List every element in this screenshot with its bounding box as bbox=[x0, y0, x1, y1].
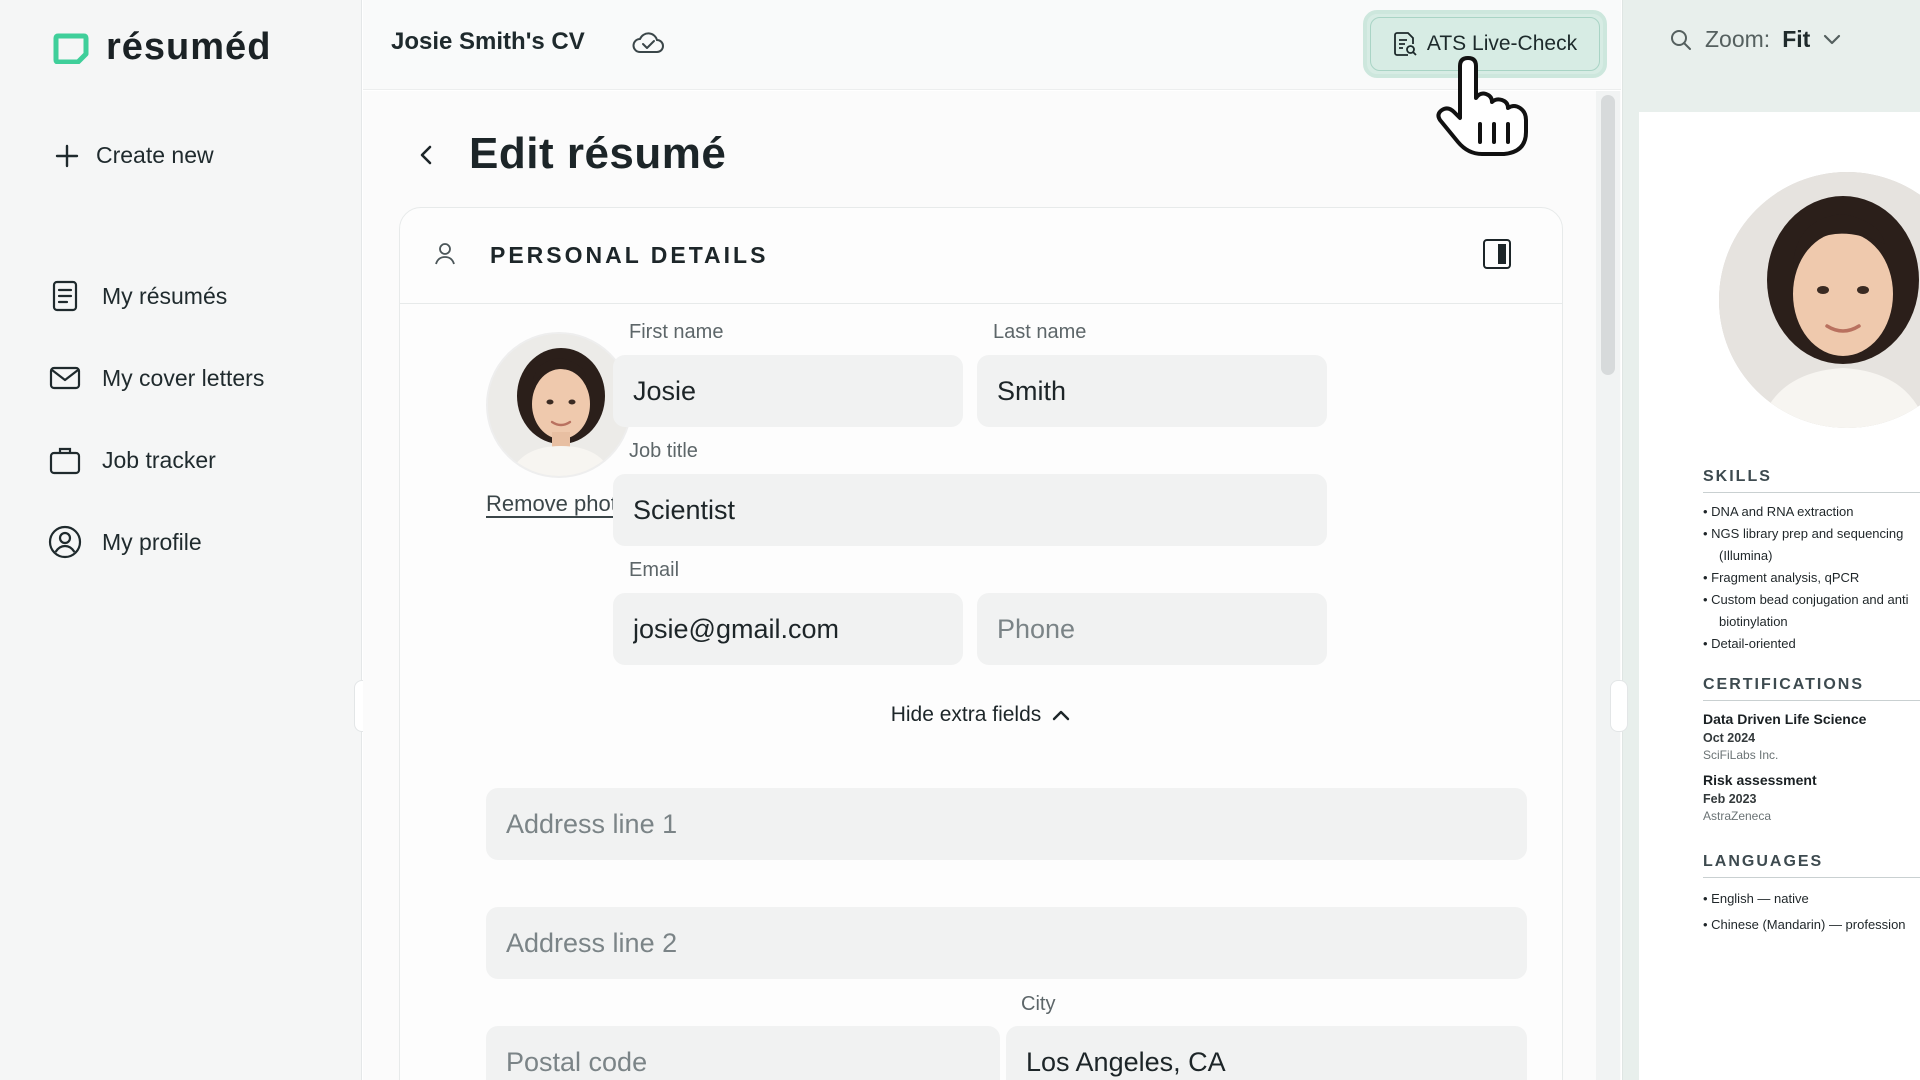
profile-photo-image bbox=[488, 334, 630, 476]
resume-skill-item: • Custom bead conjugation and anti bbox=[1703, 592, 1909, 607]
resume-certifications-heading: CERTIFICATIONS bbox=[1703, 676, 1920, 701]
first-name-label: First name bbox=[629, 321, 724, 343]
postal-code-input[interactable] bbox=[486, 1026, 1000, 1080]
resume-cert-org: AstraZeneca bbox=[1703, 809, 1772, 823]
resume-cert-title: Data Driven Life Science bbox=[1703, 711, 1867, 727]
resume-photo bbox=[1719, 172, 1920, 428]
resume-skills-heading: SKILLS bbox=[1703, 468, 1920, 493]
sidebar-item-label: My profile bbox=[102, 528, 202, 555]
briefcase-icon bbox=[48, 443, 82, 477]
editor-scrollbar-thumb[interactable] bbox=[1601, 95, 1615, 375]
last-name-input[interactable] bbox=[977, 355, 1327, 427]
resume-skill-item: • NGS library prep and sequencing bbox=[1703, 526, 1904, 541]
search-icon bbox=[1671, 29, 1691, 50]
section-header[interactable]: PERSONAL DETAILS bbox=[400, 208, 1562, 304]
job-title-label: Job title bbox=[629, 440, 698, 462]
section-title: PERSONAL DETAILS bbox=[490, 242, 769, 268]
logo-mark-icon bbox=[53, 33, 89, 64]
document-title[interactable]: Josie Smith's CV bbox=[391, 28, 585, 56]
remove-photo-link[interactable]: Remove photo bbox=[486, 491, 629, 517]
chevron-up-icon bbox=[1053, 710, 1070, 721]
chevron-down-icon bbox=[1824, 34, 1841, 44]
cloud-saved-icon bbox=[632, 32, 664, 53]
editor-header: Josie Smith's CV ATS Live-Check bbox=[363, 0, 1621, 90]
city-label: City bbox=[1021, 993, 1056, 1015]
sidebar-item-label: My résumés bbox=[102, 282, 228, 309]
layout-toggle-icon[interactable] bbox=[1482, 238, 1512, 270]
resume-languages-section: LANGUAGES • English — native • Chinese (… bbox=[1703, 853, 1920, 938]
job-title-input[interactable] bbox=[613, 474, 1327, 546]
zoom-label: Zoom: bbox=[1705, 26, 1771, 52]
resume-languages-heading: LANGUAGES bbox=[1703, 853, 1920, 878]
resume-preview-panel: Zoom: Fit SKILLS • DNA and RNA extraction… bbox=[1622, 0, 1920, 1080]
first-name-input[interactable] bbox=[613, 355, 963, 427]
sidebar-item-label: My cover letters bbox=[102, 364, 265, 391]
last-name-label: Last name bbox=[993, 321, 1087, 343]
sidebar-item-cover-letters[interactable]: My cover letters bbox=[48, 354, 264, 402]
profile-photo[interactable] bbox=[486, 332, 632, 478]
resume-cert-org: SciFiLabs Inc. bbox=[1703, 748, 1779, 762]
sidebar-item-job-tracker[interactable]: Job tracker bbox=[48, 436, 264, 484]
brand-name: résuméd bbox=[106, 26, 272, 68]
hide-extra-label: Hide extra fields bbox=[890, 703, 1042, 726]
preview-resize-handle[interactable] bbox=[1610, 680, 1628, 732]
sidebar-item-my-resumes[interactable]: My résumés bbox=[48, 272, 264, 320]
email-label: Email bbox=[629, 559, 680, 581]
page-title: Edit résumé bbox=[469, 129, 727, 178]
phone-input[interactable] bbox=[977, 593, 1327, 665]
resume-page[interactable]: SKILLS • DNA and RNA extraction • NGS li… bbox=[1639, 112, 1920, 1080]
resume-language-item: • English — native bbox=[1703, 891, 1809, 906]
user-circle-icon bbox=[48, 525, 82, 559]
sidebar: résuméd Create new My résumés My cover l… bbox=[0, 0, 362, 1080]
logo[interactable]: résuméd bbox=[52, 26, 271, 69]
resume-skills-section: SKILLS • DNA and RNA extraction • NGS li… bbox=[1703, 468, 1920, 655]
resume-skill-item: • DNA and RNA extraction bbox=[1703, 504, 1854, 519]
zoom-value: Fit bbox=[1782, 26, 1811, 52]
address-line-2-input[interactable] bbox=[486, 907, 1527, 979]
resume-cert-date: Oct 2024 bbox=[1703, 731, 1756, 745]
personal-details-card: PERSONAL DETAILS Remove photo First name… bbox=[399, 207, 1563, 1080]
back-arrow-icon[interactable] bbox=[415, 141, 439, 169]
zoom-dropdown[interactable]: Zoom: Fit bbox=[1669, 26, 1842, 53]
resume-cert-title: Risk assessment bbox=[1703, 772, 1817, 788]
city-input[interactable] bbox=[1006, 1026, 1527, 1080]
resume-cert-date: Feb 2023 bbox=[1703, 792, 1757, 806]
person-icon bbox=[435, 243, 455, 265]
resume-skill-item: • Detail-oriented bbox=[1703, 636, 1796, 651]
create-new-label: Create new bbox=[96, 142, 214, 168]
document-icon bbox=[48, 279, 82, 313]
editor-panel: Edit résumé PERSONAL DETAILS Remove phot… bbox=[363, 91, 1621, 1080]
resume-photo-image bbox=[1719, 172, 1920, 428]
resume-skill-item: (Illumina) bbox=[1719, 548, 1773, 563]
create-new-button[interactable]: Create new bbox=[54, 142, 214, 169]
email-input[interactable] bbox=[613, 593, 963, 665]
sidebar-nav: My résumés My cover letters Job tracker … bbox=[48, 272, 264, 600]
mail-icon bbox=[48, 361, 82, 395]
sidebar-item-label: Job tracker bbox=[102, 446, 216, 473]
resume-skill-item: biotinylation bbox=[1719, 614, 1788, 629]
resume-skill-item: • Fragment analysis, qPCR bbox=[1703, 570, 1860, 585]
hand-pointer-cursor-icon bbox=[1436, 56, 1528, 156]
resume-language-item: • Chinese (Mandarin) — profession bbox=[1703, 917, 1906, 932]
sidebar-item-my-profile[interactable]: My profile bbox=[48, 518, 264, 566]
hide-extra-fields-toggle[interactable]: Hide extra fields bbox=[400, 703, 1562, 727]
resume-certifications-section: CERTIFICATIONS Data Driven Life Science … bbox=[1703, 676, 1920, 823]
address-line-1-input[interactable] bbox=[486, 788, 1527, 860]
plus-icon bbox=[55, 144, 79, 167]
